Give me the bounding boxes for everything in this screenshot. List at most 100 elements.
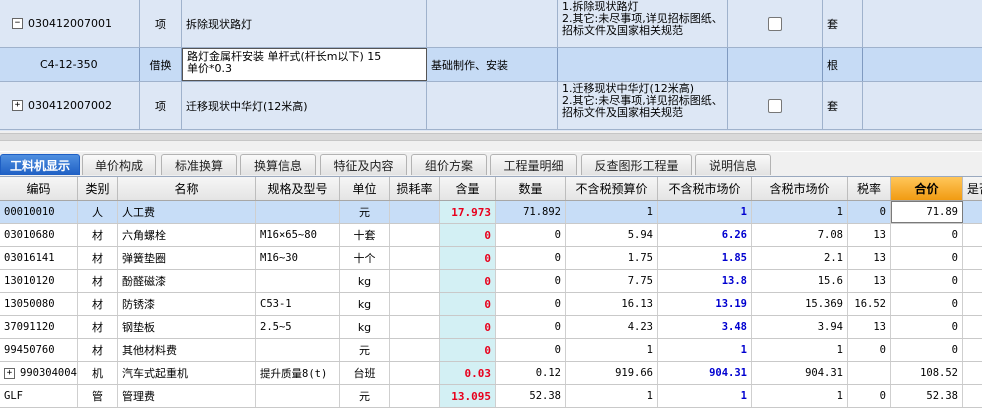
cell-spec[interactable]: M16×65~80 bbox=[256, 224, 340, 246]
tab-resource-display[interactable]: 工料机显示 bbox=[0, 154, 80, 175]
cell-name[interactable]: 人工费 bbox=[118, 201, 256, 223]
cell-name[interactable]: 酚醛磁漆 bbox=[118, 270, 256, 292]
cell-category[interactable]: 材 bbox=[78, 293, 118, 315]
cell-quantity[interactable]: 0 bbox=[496, 247, 566, 269]
cell-budget-price[interactable]: 1 bbox=[566, 339, 658, 361]
cell-quantity[interactable]: 71.892 bbox=[496, 201, 566, 223]
cell-content[interactable]: 0 bbox=[440, 339, 496, 361]
cell-content[interactable]: 0 bbox=[440, 316, 496, 338]
cell-tax-rate[interactable]: 13 bbox=[848, 247, 891, 269]
cell-tax-market-price[interactable]: 1 bbox=[752, 385, 848, 407]
cell-flag[interactable] bbox=[963, 293, 982, 315]
cell-budget-price[interactable]: 16.13 bbox=[566, 293, 658, 315]
cell-code[interactable]: 03010680 bbox=[0, 224, 78, 246]
sub-item-spec[interactable]: 基础制作、安装 bbox=[427, 48, 558, 81]
tab-standard-conversion[interactable]: 标准换算 bbox=[161, 154, 237, 175]
col-name[interactable]: 名称 bbox=[118, 177, 256, 200]
cell-spec[interactable] bbox=[256, 270, 340, 292]
cell-market-price[interactable]: 13.19 bbox=[658, 293, 752, 315]
cell-total[interactable]: 0 bbox=[891, 293, 963, 315]
cell-tax-market-price[interactable]: 904.31 bbox=[752, 362, 848, 384]
item-spec[interactable] bbox=[427, 0, 558, 47]
cell-market-price[interactable]: 13.8 bbox=[658, 270, 752, 292]
cell-tax-market-price[interactable]: 15.6 bbox=[752, 270, 848, 292]
cell-unit[interactable]: kg bbox=[340, 316, 390, 338]
cell-loss[interactable] bbox=[390, 385, 440, 407]
tab-unit-price[interactable]: 单价构成 bbox=[82, 154, 156, 175]
cell-tax-rate[interactable]: 16.52 bbox=[848, 293, 891, 315]
tab-notes[interactable]: 说明信息 bbox=[695, 154, 771, 175]
col-flag[interactable]: 是否 bbox=[963, 177, 982, 200]
tab-graphic-quantity[interactable]: 反查图形工程量 bbox=[581, 154, 692, 175]
item-row[interactable]: − 030412007001 项 拆除现状路灯 1.拆除现状路灯 2.其它:未尽… bbox=[0, 0, 982, 48]
cell-name[interactable]: 管理费 bbox=[118, 385, 256, 407]
cell-market-price[interactable]: 3.48 bbox=[658, 316, 752, 338]
cell-loss[interactable] bbox=[390, 247, 440, 269]
cell-content[interactable]: 0 bbox=[440, 293, 496, 315]
cell-spec[interactable]: 提升质量8(t) bbox=[256, 362, 340, 384]
col-content[interactable]: 含量 bbox=[440, 177, 496, 200]
cell-spec[interactable]: M16~30 bbox=[256, 247, 340, 269]
cell-unit[interactable]: 元 bbox=[340, 385, 390, 407]
cell-category[interactable]: 管 bbox=[78, 385, 118, 407]
cell-code[interactable]: 99450760 bbox=[0, 339, 78, 361]
sub-item-name-editor[interactable]: 路灯金属杆安装 单杆式(杆长m以下) 15 单价*0.3 bbox=[182, 48, 427, 81]
cell-spec[interactable] bbox=[256, 201, 340, 223]
cell-total[interactable]: 0 bbox=[891, 247, 963, 269]
cell-tax-rate[interactable]: 13 bbox=[848, 270, 891, 292]
cell-quantity[interactable]: 0 bbox=[496, 293, 566, 315]
cell-loss[interactable] bbox=[390, 270, 440, 292]
cell-loss[interactable] bbox=[390, 293, 440, 315]
cell-loss[interactable] bbox=[390, 316, 440, 338]
sub-item-code[interactable]: C4-12-350 bbox=[0, 48, 140, 81]
cell-unit[interactable]: 台班 bbox=[340, 362, 390, 384]
cell-code[interactable]: GLF bbox=[0, 385, 78, 407]
sub-item-row[interactable]: C4-12-350 借换 路灯金属杆安装 单杆式(杆长m以下) 15 单价*0.… bbox=[0, 48, 982, 82]
cell-flag[interactable] bbox=[963, 362, 982, 384]
col-quantity[interactable]: 数量 bbox=[496, 177, 566, 200]
cell-name[interactable]: 防锈漆 bbox=[118, 293, 256, 315]
cell-loss[interactable] bbox=[390, 362, 440, 384]
cell-quantity[interactable]: 0 bbox=[496, 270, 566, 292]
cell-budget-price[interactable]: 1 bbox=[566, 385, 658, 407]
cell-name[interactable]: 弹簧垫圈 bbox=[118, 247, 256, 269]
cell-market-price[interactable]: 1 bbox=[658, 385, 752, 407]
sub-item-features[interactable] bbox=[558, 48, 728, 81]
cell-flag[interactable] bbox=[963, 201, 982, 223]
cell-tax-rate[interactable]: 0 bbox=[848, 385, 891, 407]
cell-flag[interactable] bbox=[963, 224, 982, 246]
cell-budget-price[interactable]: 7.75 bbox=[566, 270, 658, 292]
item-code-cell[interactable]: − 030412007001 bbox=[0, 0, 140, 47]
cell-flag[interactable] bbox=[963, 247, 982, 269]
cell-quantity[interactable]: 0.12 bbox=[496, 362, 566, 384]
cell-tax-rate[interactable]: 13 bbox=[848, 224, 891, 246]
cell-unit[interactable]: 元 bbox=[340, 339, 390, 361]
tab-pricing-scheme[interactable]: 组价方案 bbox=[411, 154, 487, 175]
col-tax-market-price[interactable]: 含税市场价 bbox=[752, 177, 848, 200]
table-row[interactable]: 13010120 材酚醛磁漆 kg 0 0 7.75 13.8 15.6 13 0 bbox=[0, 270, 982, 293]
tab-quantity-detail[interactable]: 工程量明细 bbox=[490, 154, 577, 175]
cell-category[interactable]: 材 bbox=[78, 270, 118, 292]
cell-content[interactable]: 0 bbox=[440, 224, 496, 246]
item-checkbox-cell[interactable] bbox=[728, 0, 823, 47]
cell-content[interactable]: 0 bbox=[440, 247, 496, 269]
cell-unit[interactable]: kg bbox=[340, 293, 390, 315]
table-row[interactable]: 99450760 材其他材料费元 0 0 1 1 1 0 0 bbox=[0, 339, 982, 362]
cell-code[interactable]: 03016141 bbox=[0, 247, 78, 269]
cell-spec[interactable] bbox=[256, 339, 340, 361]
cell-quantity[interactable]: 0 bbox=[496, 339, 566, 361]
cell-budget-price[interactable]: 1.75 bbox=[566, 247, 658, 269]
col-category[interactable]: 类别 bbox=[78, 177, 118, 200]
cell-tax-rate[interactable] bbox=[848, 362, 891, 384]
tab-conversion-info[interactable]: 换算信息 bbox=[240, 154, 316, 175]
cell-category[interactable]: 材 bbox=[78, 224, 118, 246]
cell-content[interactable]: 0.03 bbox=[440, 362, 496, 384]
cell-flag[interactable] bbox=[963, 339, 982, 361]
cell-tax-market-price[interactable]: 3.94 bbox=[752, 316, 848, 338]
cell-budget-price[interactable]: 919.66 bbox=[566, 362, 658, 384]
cell-name[interactable]: 其他材料费 bbox=[118, 339, 256, 361]
table-row[interactable]: 03016141 材弹簧垫圈 M16~30 十个 0 0 1.75 1.85 2.1 13 0 bbox=[0, 247, 982, 270]
cell-total[interactable]: 0 bbox=[891, 339, 963, 361]
col-code[interactable]: 编码 bbox=[0, 177, 78, 200]
splitter[interactable] bbox=[0, 131, 982, 151]
